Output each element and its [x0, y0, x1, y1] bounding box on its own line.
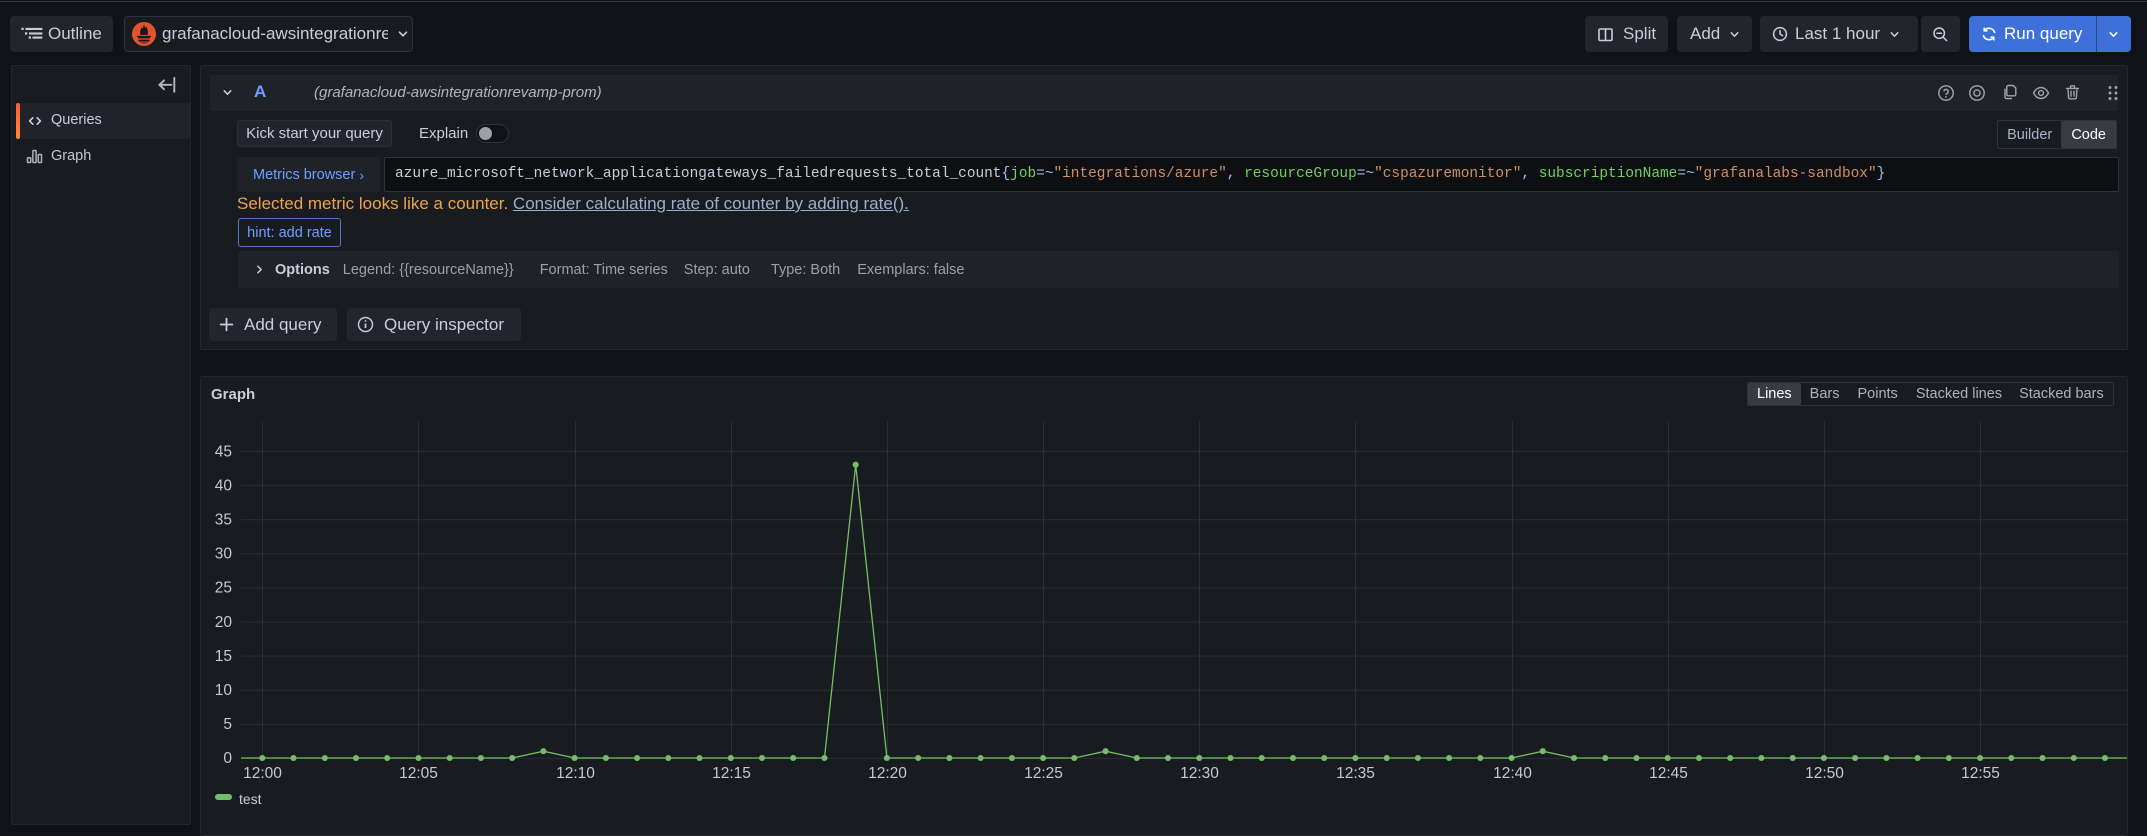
svg-text:10: 10 [215, 682, 233, 699]
svg-text:35: 35 [215, 512, 232, 529]
svg-text:5: 5 [223, 716, 232, 733]
svg-text:12:20: 12:20 [868, 765, 907, 782]
svg-text:test: test [239, 791, 262, 807]
svg-text:12:00: 12:00 [243, 765, 282, 782]
svg-text:12:55: 12:55 [1961, 765, 2000, 782]
svg-text:30: 30 [215, 546, 233, 563]
svg-text:12:15: 12:15 [712, 765, 751, 782]
svg-text:12:30: 12:30 [1180, 765, 1219, 782]
svg-text:12:05: 12:05 [399, 765, 438, 782]
svg-text:45: 45 [215, 443, 232, 460]
svg-text:25: 25 [215, 580, 232, 597]
svg-text:12:45: 12:45 [1649, 765, 1688, 782]
svg-text:40: 40 [215, 477, 233, 494]
svg-text:12:35: 12:35 [1336, 765, 1375, 782]
svg-text:0: 0 [223, 750, 232, 767]
svg-text:20: 20 [215, 614, 233, 631]
svg-text:12:25: 12:25 [1024, 765, 1063, 782]
svg-text:12:40: 12:40 [1493, 765, 1532, 782]
svg-text:12:10: 12:10 [556, 765, 595, 782]
svg-text:12:50: 12:50 [1805, 765, 1844, 782]
svg-text:15: 15 [215, 648, 232, 665]
